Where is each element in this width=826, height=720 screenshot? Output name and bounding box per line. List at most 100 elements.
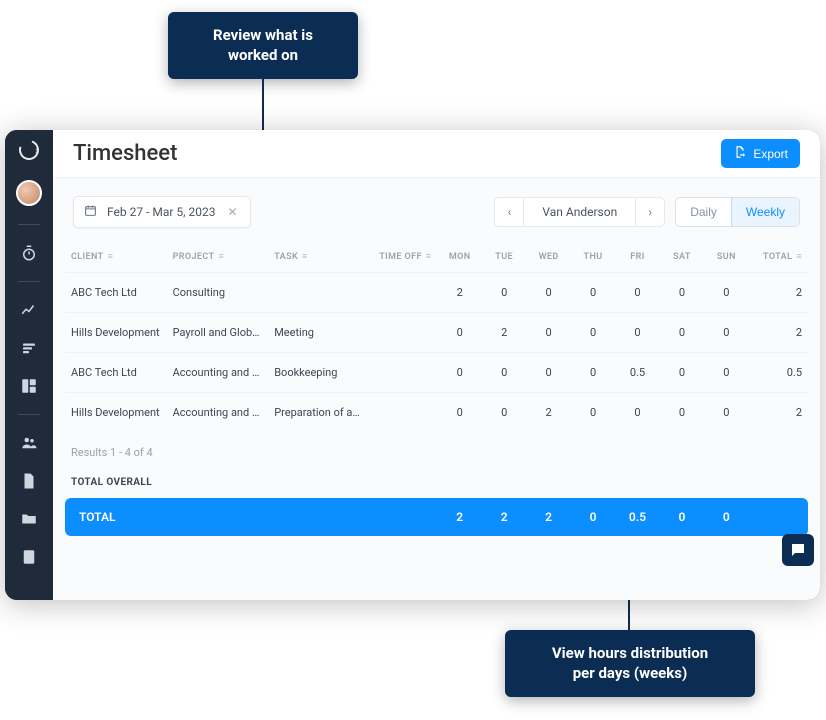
total-mon: 2 [438,498,482,536]
sidebar-divider [18,414,40,415]
chevron-right-icon[interactable]: › [35,144,38,157]
cell-client: Hills Development [65,313,167,353]
cell-mon: 2 [438,273,482,313]
cell-mon: 0 [438,313,482,353]
total-sun: 0 [704,498,748,536]
next-person-button[interactable]: › [636,198,664,226]
col-sun[interactable]: SUN [704,242,748,273]
cell-timeoff [370,273,438,313]
stopwatch-icon[interactable] [19,243,39,263]
cell-tue: 2 [482,313,526,353]
main-panel: Timesheet Export Feb 27 - Mar 5, 2023 ✕ … [53,130,820,600]
export-icon [733,145,747,162]
col-sat[interactable]: SAT [660,242,704,273]
total-tue: 2 [482,498,526,536]
cell-wed: 2 [526,393,570,433]
cell-sun: 0 [704,313,748,353]
cell-thu: 0 [571,313,615,353]
cell-project: Payroll and Glob… [167,313,269,353]
cell-fri: 0.5 [615,353,659,393]
cell-sun: 0 [704,353,748,393]
sort-icon: ≡ [426,253,432,262]
chat-widget-icon[interactable] [782,534,814,566]
cell-thu: 0 [571,353,615,393]
view-toggle: Daily Weekly [675,197,800,227]
cell-wed: 0 [526,353,570,393]
table-row[interactable]: Hills DevelopmentPayroll and Glob…Meetin… [65,313,808,353]
cell-fri: 0 [615,313,659,353]
annotation-top-text: Review what is worked on [213,26,313,64]
cell-fri: 0 [615,273,659,313]
sort-icon: ≡ [796,253,802,262]
cell-sat: 0 [660,353,704,393]
date-range-picker[interactable]: Feb 27 - Mar 5, 2023 ✕ [73,196,251,228]
person-name[interactable]: Van Anderson [523,198,636,226]
col-task[interactable]: TASK≡ [268,242,370,273]
total-overall-label: TOTAL OVERALL [53,477,820,498]
cell-sat: 0 [660,273,704,313]
clear-date-icon[interactable]: ✕ [225,205,239,219]
total-fri: 0.5 [615,498,659,536]
col-fri[interactable]: FRI [615,242,659,273]
col-timeoff[interactable]: TIME OFF≡ [370,242,438,273]
col-total[interactable]: TOTAL≡ [749,242,808,273]
page-title: Timesheet [73,141,177,166]
cell-project: Accounting and … [167,353,269,393]
cell-wed: 0 [526,313,570,353]
table-row[interactable]: ABC Tech LtdConsulting20000002 [65,273,808,313]
annotation-bottom: View hours distribution per days (weeks) [505,630,755,697]
timesheet-table-wrap: CLIENT≡ PROJECT≡ TASK≡ TIME OFF≡ MON TUE… [53,242,820,432]
sort-icon: ≡ [218,253,224,262]
export-button[interactable]: Export [721,139,800,168]
sort-icon: ≡ [302,253,308,262]
calendar-icon [84,204,97,220]
total-label: TOTAL [65,498,438,536]
list-check-icon[interactable] [19,338,39,358]
cell-wed: 0 [526,273,570,313]
cell-task: Preparation of a… [268,393,370,433]
export-label: Export [753,147,788,161]
col-client[interactable]: CLIENT≡ [65,242,167,273]
dashboard-icon[interactable] [19,376,39,396]
table-row[interactable]: ABC Tech LtdAccounting and …Bookkeeping 0… [65,353,808,393]
toolbar: Feb 27 - Mar 5, 2023 ✕ ‹ Van Anderson › … [53,178,820,242]
weekly-toggle[interactable]: Weekly [731,198,799,226]
cell-task: Bookkeeping [268,353,370,393]
sidebar-divider [18,224,40,225]
cell-task: Meeting [268,313,370,353]
prev-person-button[interactable]: ‹ [495,198,523,226]
total-grand [749,498,808,536]
results-count: Results 1 - 4 of 4 [53,432,820,477]
col-project[interactable]: PROJECT≡ [167,242,269,273]
cell-sun: 0 [704,393,748,433]
cell-sat: 0 [660,313,704,353]
cell-total: 0.5 [749,353,808,393]
cell-sat: 0 [660,393,704,433]
col-tue[interactable]: TUE [482,242,526,273]
cell-sun: 0 [704,273,748,313]
col-wed[interactable]: WED [526,242,570,273]
cell-timeoff [370,313,438,353]
cell-timeoff [370,393,438,433]
daily-toggle[interactable]: Daily [676,198,731,226]
person-nav: ‹ Van Anderson › [494,197,665,227]
avatar[interactable] [16,180,42,206]
sort-icon: ≡ [108,253,114,262]
cell-client: ABC Tech Ltd [65,353,167,393]
col-mon[interactable]: MON [438,242,482,273]
file-icon[interactable] [19,471,39,491]
sidebar: › [5,130,53,600]
sidebar-divider [18,281,40,282]
cell-total: 2 [749,393,808,433]
col-thu[interactable]: THU [571,242,615,273]
cell-mon: 0 [438,353,482,393]
cell-tue: 0 [482,393,526,433]
chart-line-icon[interactable] [19,300,39,320]
calculator-icon[interactable] [19,547,39,567]
cell-mon: 0 [438,393,482,433]
cell-fri: 0 [615,393,659,433]
folder-icon[interactable] [19,509,39,529]
table-row[interactable]: Hills DevelopmentAccounting and …Prepara… [65,393,808,433]
app-window: › Timesheet [5,130,820,600]
team-icon[interactable] [19,433,39,453]
